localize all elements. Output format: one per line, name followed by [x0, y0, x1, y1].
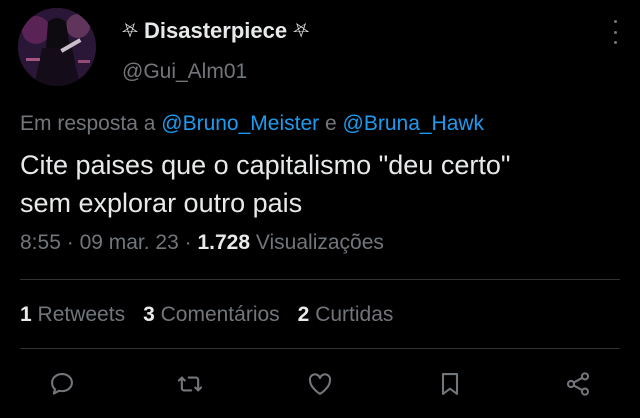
tweet-text: Cite paises que o capitalismo "deu certo… — [20, 146, 620, 222]
meta-separator: · — [66, 231, 74, 254]
more-vertical-icon[interactable] — [612, 20, 618, 44]
meta-separator: · — [184, 231, 192, 254]
reply-context: Em resposta a @Bruno_Meister e @Bruna_Ha… — [20, 112, 484, 136]
bookmark-button[interactable] — [432, 366, 468, 402]
action-bar — [44, 366, 604, 402]
likes-count: 2 — [297, 303, 310, 326]
retweets-stat[interactable]: 1 Retweets — [20, 303, 125, 327]
retweet-button[interactable] — [172, 366, 208, 402]
display-name[interactable]: ⛧ Disasterpiece ⛧ — [122, 18, 309, 44]
avatar[interactable] — [18, 8, 96, 86]
user-handle[interactable]: @Gui_Alm01 — [122, 60, 247, 84]
reply-prefix: Em resposta a — [20, 112, 156, 135]
bookmark-icon — [441, 373, 459, 395]
mention-link[interactable]: @Bruna_Hawk — [343, 112, 485, 135]
heart-icon — [308, 373, 332, 395]
tweet-time[interactable]: 8:55 — [20, 231, 61, 254]
like-button[interactable] — [302, 366, 338, 402]
retweet-icon — [177, 376, 203, 392]
likes-stat[interactable]: 2 Curtidas — [298, 303, 394, 327]
comments-stat[interactable]: 3 Comentários — [143, 303, 280, 327]
views-count: 1.728 — [197, 231, 251, 254]
likes-label: Curtidas — [315, 303, 394, 326]
tweet-line: Cite paises que o capitalismo "deu certo… — [20, 150, 511, 180]
retweets-count: 1 — [20, 303, 32, 326]
share-button[interactable] — [560, 366, 596, 402]
retweets-label: Retweets — [37, 303, 126, 326]
more-dot — [613, 20, 617, 23]
share-icon — [566, 372, 590, 396]
reply-joiner: e — [324, 112, 337, 135]
mention-link[interactable]: @Bruno_Meister — [161, 112, 319, 135]
engagement-stats: 1 Retweets 3 Comentários 2 Curtidas — [20, 303, 393, 327]
pentagram-icon: ⛧ — [122, 19, 138, 42]
comment-icon — [51, 373, 73, 395]
divider — [20, 279, 620, 280]
views-label: Visualizações — [255, 231, 384, 254]
pentagram-icon: ⛧ — [293, 19, 310, 42]
tweet-meta: 8:55 · 09 mar. 23 · 1.728 Visualizações — [20, 231, 384, 255]
tweet-date[interactable]: 09 mar. 23 — [80, 231, 179, 254]
more-dot — [613, 30, 617, 34]
comments-count: 3 — [143, 303, 155, 326]
avatar-image — [18, 8, 96, 86]
divider — [20, 348, 620, 349]
comments-label: Comentários — [160, 303, 280, 326]
more-dot — [613, 41, 617, 44]
reply-button[interactable] — [44, 366, 80, 402]
tweet-line: sem explorar outro pais — [20, 188, 303, 218]
display-name-text: Disasterpiece — [144, 18, 288, 43]
